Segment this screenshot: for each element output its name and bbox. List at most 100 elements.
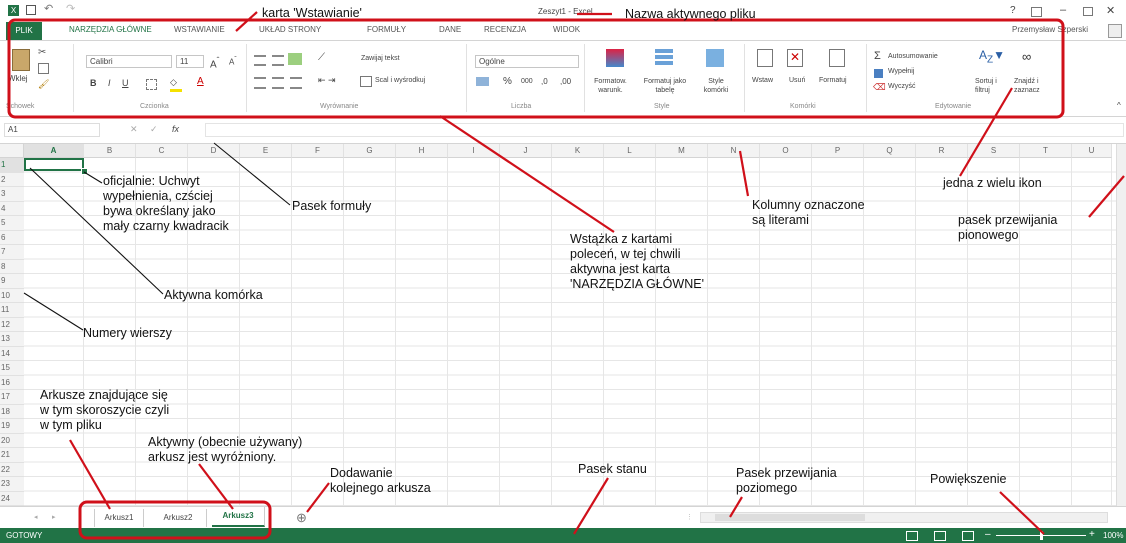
help-icon[interactable]: ?: [1010, 5, 1016, 16]
conditional-format-icon[interactable]: [606, 49, 624, 67]
orientation-icon[interactable]: ⟋: [318, 52, 325, 63]
zoom-slider[interactable]: [996, 531, 1086, 540]
tab-insert[interactable]: WSTAWIANIE: [174, 25, 225, 34]
row-header-17[interactable]: 17: [0, 390, 24, 405]
zoom-in-button[interactable]: +: [1089, 529, 1095, 540]
zoom-out-button[interactable]: –: [985, 529, 991, 540]
column-header-c[interactable]: C: [136, 144, 188, 158]
copy-icon[interactable]: [38, 63, 49, 74]
sheet-next-icon[interactable]: ▸: [52, 513, 56, 521]
column-header-l[interactable]: L: [604, 144, 656, 158]
redo-icon[interactable]: ↷: [66, 2, 75, 15]
column-header-t[interactable]: T: [1020, 144, 1072, 158]
column-header-e[interactable]: E: [240, 144, 292, 158]
wrap-text-button[interactable]: Zawijaj tekst: [361, 55, 400, 62]
eraser-icon[interactable]: ⌫: [873, 82, 886, 93]
active-cell[interactable]: [24, 158, 84, 171]
tab-home[interactable]: NARZĘDZIA GŁÓWNE: [69, 25, 152, 34]
vertical-scrollbar[interactable]: [1116, 144, 1126, 512]
italic-icon[interactable]: I: [108, 78, 111, 88]
align-right-icon[interactable]: [290, 77, 302, 89]
column-header-j[interactable]: J: [500, 144, 552, 158]
sheet-tab-arkusz3[interactable]: Arkusz3: [212, 507, 265, 527]
sort-filter-button[interactable]: Sortuj i filtruj: [975, 77, 1005, 95]
find-select-button[interactable]: Znajdź i zaznacz: [1014, 77, 1052, 95]
horizontal-scroll-thumb[interactable]: [715, 514, 865, 521]
fill-down-icon[interactable]: [874, 69, 883, 78]
name-box[interactable]: A1: [4, 123, 100, 137]
align-center-icon[interactable]: [272, 77, 284, 89]
undo-icon[interactable]: ↶: [44, 2, 53, 15]
currency-icon[interactable]: [476, 77, 489, 86]
increase-decimal-icon[interactable]: ,0: [541, 77, 548, 86]
horizontal-scrollbar[interactable]: [700, 512, 1108, 523]
avatar[interactable]: [1108, 24, 1122, 38]
column-header-f[interactable]: F: [292, 144, 344, 158]
save-icon[interactable]: [26, 5, 36, 15]
font-size-select[interactable]: 11: [176, 55, 204, 68]
column-header-q[interactable]: Q: [864, 144, 916, 158]
column-header-n[interactable]: N: [708, 144, 760, 158]
borders-icon[interactable]: [146, 79, 157, 90]
align-left-icon[interactable]: [254, 77, 266, 89]
tab-page-layout[interactable]: UKŁAD STRONY: [259, 25, 321, 34]
thousands-button[interactable]: 000: [521, 78, 533, 85]
user-name[interactable]: Przemysław Szperski: [1012, 25, 1088, 34]
column-header-u[interactable]: U: [1072, 144, 1112, 158]
format-painter-icon[interactable]: 🖌: [38, 79, 49, 90]
format-cells-button[interactable]: Formatuj: [819, 77, 847, 84]
paste-icon[interactable]: [12, 49, 30, 71]
font-color-icon[interactable]: A: [197, 76, 204, 87]
row-header-2[interactable]: 2: [0, 172, 24, 187]
autosum-icon[interactable]: Σ: [874, 50, 881, 62]
restore-button[interactable]: [1083, 7, 1093, 16]
autosum-button[interactable]: Autosumowanie: [888, 53, 938, 60]
split-handle[interactable]: ⋮: [686, 513, 693, 521]
row-header-9[interactable]: 9: [0, 274, 24, 289]
confirm-icon[interactable]: ✓: [150, 124, 158, 135]
row-header-15[interactable]: 15: [0, 361, 24, 376]
column-header-s[interactable]: S: [968, 144, 1020, 158]
row-header-4[interactable]: 4: [0, 201, 24, 216]
row-header-1[interactable]: 1: [0, 158, 24, 173]
format-table-button[interactable]: Formatuj jako tabelę: [639, 77, 691, 95]
paste-button[interactable]: Wklej: [8, 74, 28, 83]
row-header-6[interactable]: 6: [0, 230, 24, 245]
bold-icon[interactable]: B: [90, 78, 97, 88]
align-middle-icon[interactable]: [272, 55, 284, 66]
row-header-24[interactable]: 24: [0, 491, 24, 506]
column-header-a[interactable]: A: [24, 144, 84, 158]
align-top-icon[interactable]: [254, 55, 266, 66]
close-button[interactable]: ✕: [1106, 4, 1115, 17]
insert-cells-button[interactable]: Wstaw: [752, 77, 773, 84]
merge-button[interactable]: Scal i wyśrodkuj: [375, 77, 425, 84]
row-header-8[interactable]: 8: [0, 259, 24, 274]
minimize-button[interactable]: –: [1060, 4, 1066, 16]
function-icon[interactable]: fx: [172, 124, 179, 134]
column-header-g[interactable]: G: [344, 144, 396, 158]
percent-button[interactable]: %: [503, 76, 512, 87]
cell-styles-button[interactable]: Style komórki: [698, 77, 734, 95]
row-header-19[interactable]: 19: [0, 419, 24, 434]
row-header-12[interactable]: 12: [0, 317, 24, 332]
format-cells-icon[interactable]: [829, 49, 845, 67]
row-header-5[interactable]: 5: [0, 216, 24, 231]
binoculars-icon[interactable]: ∞: [1022, 49, 1031, 64]
sort-filter-icon[interactable]: AZ▼: [979, 48, 1005, 65]
sheet-tab-arkusz1[interactable]: Arkusz1: [94, 509, 144, 527]
column-header-b[interactable]: B: [84, 144, 136, 158]
merge-icon[interactable]: [360, 76, 372, 87]
formula-input[interactable]: [205, 123, 1124, 137]
align-bottom-icon[interactable]: [288, 53, 302, 65]
column-header-p[interactable]: P: [812, 144, 864, 158]
page-layout-view-icon[interactable]: [934, 531, 946, 541]
column-header-h[interactable]: H: [396, 144, 448, 158]
select-all-corner[interactable]: [0, 144, 24, 158]
row-header-23[interactable]: 23: [0, 477, 24, 492]
shrink-font-icon[interactable]: Aˇ: [229, 56, 237, 67]
tab-data[interactable]: DANE: [439, 25, 461, 34]
zoom-slider-thumb[interactable]: [1040, 531, 1043, 540]
insert-cells-icon[interactable]: [757, 49, 773, 67]
add-sheet-button[interactable]: ⊕: [296, 510, 307, 526]
font-name-select[interactable]: Calibri: [86, 55, 172, 68]
